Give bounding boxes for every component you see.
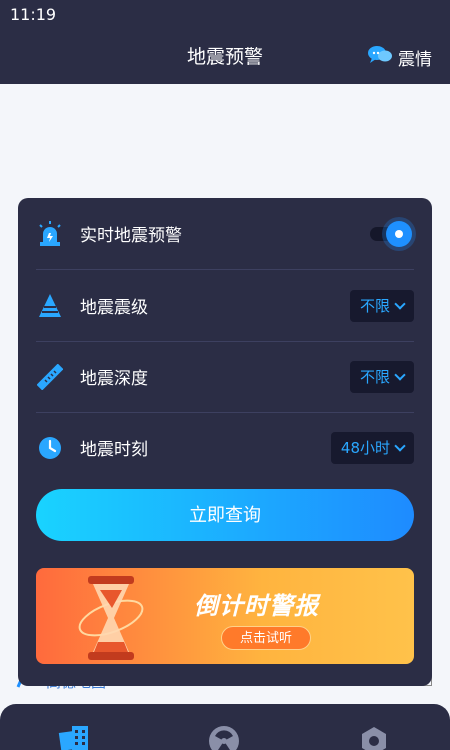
time-label: 地震时刻: [80, 440, 148, 460]
hourglass-icon: [76, 572, 146, 664]
chevron-down-icon: [394, 297, 406, 310]
clock-icon: [36, 434, 64, 462]
chevron-down-icon: [394, 368, 406, 381]
realtime-warning-row: 实时地震预警: [36, 198, 414, 269]
depth-select[interactable]: 不限: [349, 360, 414, 393]
magnitude-value: 不限: [359, 297, 390, 315]
radiation-icon[interactable]: [207, 724, 241, 750]
settings-icon[interactable]: [357, 724, 391, 750]
time-value: 48小时: [340, 439, 390, 457]
status-bar: 11:19: [0, 0, 450, 30]
listen-button[interactable]: 点击试听: [221, 626, 311, 650]
status-time: 11:19: [10, 5, 57, 24]
banner-title: 倒计时警报: [194, 592, 319, 620]
time-row: 地震时刻 48小时: [36, 412, 414, 483]
app-header: 地震预警 震情: [0, 30, 450, 84]
magnitude-select[interactable]: 不限: [349, 289, 414, 322]
bottom-tab-bar: [0, 704, 450, 750]
quake-info-label: 震情: [398, 49, 432, 70]
filter-panel: 实时地震预警 地震震级 不限 地震深度 不限 地震时刻 48小时 立即查询 倒计…: [18, 198, 432, 686]
realtime-warning-label: 实时地震预警: [80, 226, 182, 246]
depth-label: 地震深度: [80, 369, 148, 389]
countdown-alert-banner[interactable]: 倒计时警报 点击试听: [36, 568, 414, 664]
building-icon[interactable]: [58, 724, 92, 750]
quake-info-button[interactable]: 震情: [367, 30, 432, 84]
magnitude-row: 地震震级 不限: [36, 270, 414, 341]
query-button[interactable]: 立即查询: [36, 489, 414, 541]
chevron-down-icon: [394, 439, 406, 452]
ruler-icon: [36, 363, 64, 391]
chat-bubbles-icon: [367, 44, 393, 71]
alarm-siren-icon: [36, 220, 64, 248]
pyramid-icon: [36, 292, 64, 320]
time-select[interactable]: 48小时: [330, 431, 414, 464]
depth-row: 地震深度 不限: [36, 341, 414, 412]
magnitude-label: 地震震级: [80, 298, 148, 318]
depth-value: 不限: [359, 368, 390, 386]
realtime-warning-toggle[interactable]: [370, 219, 414, 249]
